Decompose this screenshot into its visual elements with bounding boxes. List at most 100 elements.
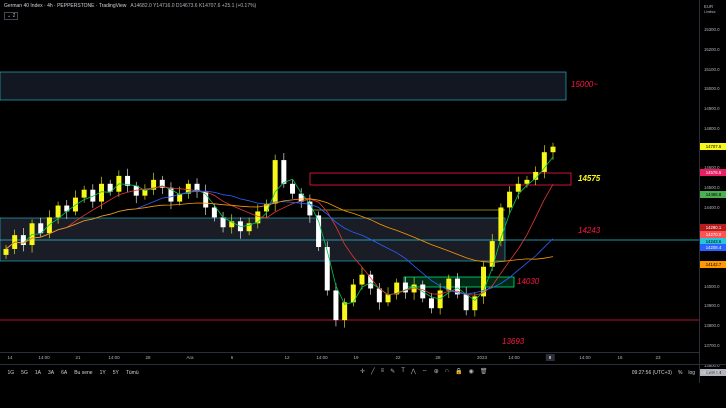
price-axis[interactable]: EUR Limitsiz 15300.0 15200.0 15100.0 15000.… bbox=[699, 0, 726, 383]
pattern-icon[interactable]: ⋀ bbox=[411, 368, 416, 375]
trendline-icon[interactable]: ╱ bbox=[371, 368, 375, 375]
cursor-icon[interactable]: ✛ bbox=[360, 368, 365, 375]
range-button[interactable]: 3A bbox=[44, 370, 57, 376]
lock-icon[interactable]: 🔒 bbox=[455, 368, 462, 375]
candle-body bbox=[515, 183, 521, 192]
candle-body bbox=[55, 205, 61, 218]
candle-body bbox=[324, 247, 330, 291]
candle-body bbox=[20, 235, 26, 246]
zoom-icon[interactable]: ⊕ bbox=[434, 368, 439, 375]
time-tick: 28 bbox=[145, 355, 151, 360]
price-tag: 14290.1 bbox=[700, 224, 726, 231]
zone-14575 bbox=[309, 172, 572, 186]
time-tick: 22 bbox=[395, 355, 401, 360]
time-tick: 14:00 bbox=[38, 355, 50, 360]
drawing-toolbar: ✛ ╱ ≡ ✎ T ⋀ ⇔ ⊕ ∩ 🔒 ◉ 🗑 bbox=[360, 368, 488, 375]
range-button[interactable]: 5G bbox=[18, 370, 32, 376]
price-tag: 14465.8 bbox=[700, 191, 726, 198]
candle-body bbox=[524, 179, 530, 184]
annotation-14030: 14030 bbox=[517, 277, 540, 286]
time-tick: 14:00 bbox=[108, 355, 120, 360]
range-button[interactable]: 1G bbox=[4, 370, 18, 376]
candle-body bbox=[342, 302, 348, 321]
price-tick: 13900.0 bbox=[704, 303, 720, 308]
price-tick: 14400.0 bbox=[704, 205, 720, 210]
time-axis[interactable]: 14 14:00 21 14:00 28 Ara 6 12 14:00 19 22 28 2023 14:… bbox=[0, 352, 699, 363]
candle-body bbox=[368, 274, 374, 289]
candle-body bbox=[46, 217, 52, 234]
candle-body bbox=[550, 146, 556, 153]
candle-body bbox=[428, 298, 434, 309]
price-tick: 14500.0 bbox=[704, 185, 720, 190]
auto-toggle[interactable]: otomatik bbox=[701, 370, 720, 376]
price-tag: 14576.5 bbox=[700, 169, 726, 176]
magnet-icon[interactable]: ∩ bbox=[445, 368, 449, 375]
measure-icon[interactable]: ⇔ bbox=[422, 368, 428, 375]
candle-body bbox=[507, 191, 513, 208]
range-button[interactable]: 1Y bbox=[96, 370, 109, 376]
time-tick: 28 bbox=[435, 355, 441, 360]
text-icon[interactable]: T bbox=[401, 368, 405, 375]
indicator-count: 2 bbox=[12, 13, 16, 19]
candle-body bbox=[220, 217, 226, 228]
candle-body bbox=[498, 207, 504, 242]
time-tick: 19 bbox=[353, 355, 359, 360]
fib-icon[interactable]: ≡ bbox=[381, 368, 385, 375]
time-tick: 6 bbox=[230, 355, 234, 360]
annotation-15000: 15000~ bbox=[571, 80, 598, 89]
price-tag: 14142.7 bbox=[700, 261, 726, 268]
price-tag: 14707.6 bbox=[700, 143, 726, 150]
time-tick: 21 bbox=[75, 355, 81, 360]
candle-body bbox=[333, 290, 339, 321]
time-tick: Ara bbox=[186, 355, 194, 360]
price-tag: 14208.4 bbox=[700, 244, 726, 251]
range-button[interactable]: Tümü bbox=[122, 370, 142, 376]
price-tick: 15000.0 bbox=[704, 86, 720, 91]
annotation-14243: 14243 bbox=[578, 226, 601, 235]
range-button[interactable]: 1A bbox=[31, 370, 44, 376]
time-tick: 14 bbox=[7, 355, 13, 360]
symbol-title[interactable]: German 40 Index · 4h · PEPPERSTONE · Tra… bbox=[4, 3, 126, 9]
range-button[interactable]: 6A bbox=[58, 370, 71, 376]
candle-body bbox=[281, 160, 287, 184]
bottom-panel bbox=[0, 381, 726, 408]
range-button[interactable]: 5Y bbox=[109, 370, 122, 376]
candle-body bbox=[376, 288, 382, 303]
price-tick: 13700.0 bbox=[704, 343, 720, 348]
time-tick: 2023 bbox=[476, 355, 488, 360]
candle-body bbox=[290, 183, 296, 194]
time-tick: 14:00 bbox=[508, 355, 520, 360]
ohlc-values: A14682.0 Y14716.0 D14673.6 K14707.6 +25.… bbox=[130, 3, 257, 9]
candle-body bbox=[211, 207, 217, 218]
indicators-collapse-button[interactable]: ⌄ 2 bbox=[4, 12, 19, 20]
zone-15000 bbox=[0, 71, 567, 101]
clock: 09:27:56 (UTC+3) bbox=[631, 369, 672, 376]
time-tick: 12 bbox=[284, 355, 290, 360]
candle-body bbox=[81, 189, 87, 198]
price-tick: 15300.0 bbox=[704, 27, 720, 32]
candle-body bbox=[463, 294, 469, 311]
brush-icon[interactable]: ✎ bbox=[390, 368, 395, 375]
price-tick: 13800.0 bbox=[704, 323, 720, 328]
chart-legend: German 40 Index · 4h · PEPPERSTONE · Tra… bbox=[4, 3, 256, 9]
candle-body bbox=[316, 215, 322, 247]
price-tick: 14800.0 bbox=[704, 126, 720, 131]
log-toggle[interactable]: log bbox=[688, 370, 695, 376]
price-axis-currency: EUR bbox=[704, 4, 714, 9]
price-tick: 14900.0 bbox=[704, 106, 720, 111]
percent-toggle[interactable]: % bbox=[678, 370, 682, 376]
annotation-13693: 13693 bbox=[502, 337, 525, 346]
price-tick: 15200.0 bbox=[704, 47, 720, 52]
price-tick: 15100.0 bbox=[704, 67, 720, 72]
range-buttons: 1G 5G 1A 3A 6A Bu sene 1Y 5Y Tümü bbox=[0, 370, 142, 376]
annotation-14575: 14575 bbox=[578, 174, 601, 183]
candle-body bbox=[385, 294, 391, 303]
trash-icon[interactable]: 🗑 bbox=[480, 368, 488, 375]
time-tick: 9 bbox=[545, 354, 555, 361]
time-tick: 14:00 bbox=[579, 355, 591, 360]
time-tick: 14:00 bbox=[316, 355, 328, 360]
range-button[interactable]: Bu sene bbox=[71, 370, 96, 376]
eye-icon[interactable]: ◉ bbox=[469, 368, 474, 375]
candle-body bbox=[446, 278, 452, 291]
candle-body bbox=[359, 274, 365, 285]
